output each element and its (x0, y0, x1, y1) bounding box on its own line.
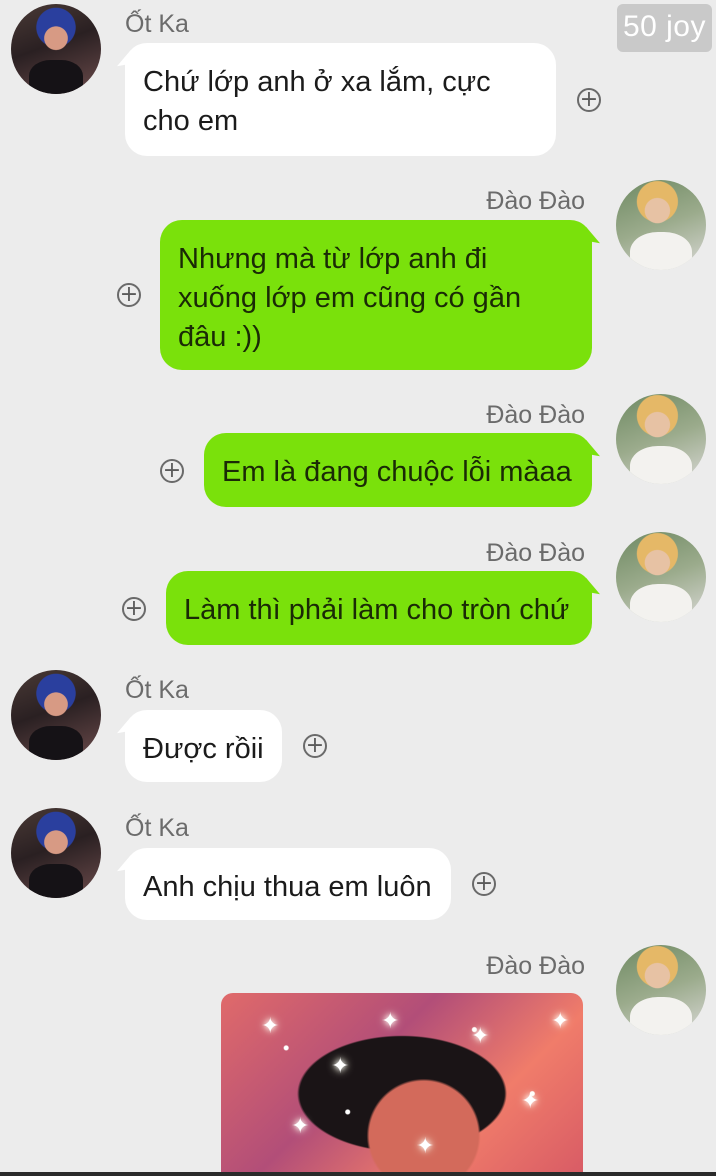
bottom-edge (0, 1172, 716, 1176)
message-bubble[interactable]: Nhưng mà từ lớp anh đi xuống lớp em cũng… (160, 220, 592, 370)
sender-name: Đào Đào (486, 952, 585, 980)
watermark-label: 50 joy (616, 4, 712, 52)
avatar[interactable] (11, 4, 101, 94)
sparkle-icon: ✦ (261, 1013, 280, 1038)
message-text-line: Nhưng mà từ lớp anh đi (178, 243, 488, 275)
sparkle-icon: ✦ (291, 1113, 310, 1138)
message-bubble[interactable]: Làm thì phải làm cho tròn chứ (166, 571, 592, 645)
message-bubble[interactable]: Được rồii (125, 710, 282, 782)
plus-circle-icon[interactable]: + (472, 872, 496, 896)
sender-name: Ốt Ka (125, 676, 189, 704)
sparkle-icon: ✦ (471, 1023, 490, 1048)
avatar[interactable] (11, 808, 101, 898)
avatar[interactable] (616, 532, 706, 622)
message-text-line: cho em (143, 105, 239, 137)
sender-name: Đào Đào (486, 539, 585, 567)
message-text-line: xuống lớp em cũng có gần (178, 282, 522, 314)
plus-circle-icon[interactable]: + (160, 459, 184, 483)
message-text-line: Em là đang chuộc lỗi màaa (222, 456, 572, 488)
message-text-line: Chứ lớp anh ở xa lắm, cực (143, 66, 491, 98)
plus-circle-icon[interactable]: + (577, 88, 601, 112)
message-bubble[interactable]: Anh chịu thua em luôn (125, 848, 451, 920)
sender-name: Ốt Ka (125, 10, 189, 38)
sparkle-icon: ✦ (521, 1088, 540, 1113)
avatar[interactable] (11, 670, 101, 760)
sender-name: Đào Đào (486, 401, 585, 429)
message-text-line: đâu :)) (178, 321, 262, 353)
message-text-line: Làm thì phải làm cho tròn chứ (184, 594, 570, 626)
message-bubble[interactable]: Em là đang chuộc lỗi màaa (204, 433, 592, 507)
sparkle-icon: ✦ (331, 1053, 350, 1078)
avatar[interactable] (616, 180, 706, 270)
sparkle-icon: ✦ (551, 1008, 570, 1033)
sender-name: Đào Đào (486, 187, 585, 215)
message-text-line: Được rồii (143, 733, 264, 765)
sparkle-icon: ✦ (381, 1008, 400, 1033)
sender-name: Ốt Ka (125, 814, 189, 842)
avatar[interactable] (616, 945, 706, 1035)
plus-circle-icon[interactable]: + (303, 734, 327, 758)
avatar[interactable] (616, 394, 706, 484)
plus-circle-icon[interactable]: + (117, 283, 141, 307)
sparkle-icon: ✦ (416, 1133, 435, 1158)
message-bubble[interactable]: Chứ lớp anh ở xa lắm, cực cho em (125, 43, 556, 156)
plus-circle-icon[interactable]: + (122, 597, 146, 621)
heart-sticker-image[interactable]: ✦ ✦ ✦ ✦ ✦ ✦ ✦ ✦ (221, 993, 583, 1176)
message-text-line: Anh chịu thua em luôn (143, 871, 432, 903)
